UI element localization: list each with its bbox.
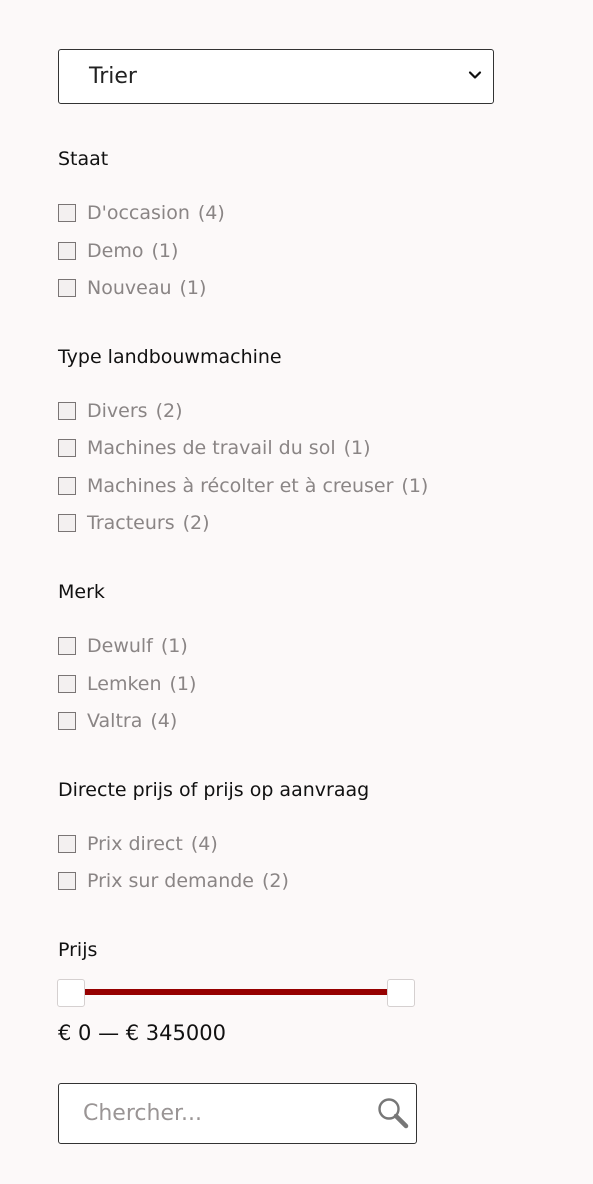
checkbox[interactable] [58,242,76,260]
option-count: (1) [160,635,188,657]
filter-option-dewulf[interactable]: Dewulf (1) [58,634,188,658]
checkbox[interactable] [58,402,76,420]
sort-select[interactable]: Trier [58,49,494,104]
option-count: (4) [197,202,225,224]
search-box [58,1083,417,1144]
filter-option-tracteurs[interactable]: Tracteurs (2) [58,511,210,535]
filter-title-merk: Merk [58,581,105,603]
filter-title-type-landbouwmachine: Type landbouwmachine [58,346,282,368]
option-count: (1) [343,437,371,459]
option-label: D'occasion [87,202,190,224]
checkbox[interactable] [58,204,76,222]
option-count: (2) [182,512,210,534]
option-count: (1) [401,475,429,497]
chevron-down-icon [468,71,482,79]
option-label: Tracteurs [87,512,175,534]
option-label: Divers [87,400,148,422]
option-label: Prix sur demande [87,870,254,892]
price-slider-track[interactable] [70,989,400,995]
option-count: (1) [169,673,197,695]
checkbox[interactable] [58,675,76,693]
option-label: Machines de travail du sol [87,437,336,459]
search-icon[interactable] [376,1096,410,1130]
filter-sidebar: Trier Staat D'occasion (4) Demo (1) Nouv… [0,0,593,1184]
checkbox[interactable] [58,279,76,297]
filter-title-prijs: Prijs [58,939,98,961]
filter-option-demo[interactable]: Demo (1) [58,239,178,263]
filter-option-doccasion[interactable]: D'occasion (4) [58,201,225,225]
option-count: (2) [155,400,183,422]
checkbox[interactable] [58,514,76,532]
checkbox[interactable] [58,712,76,730]
filter-option-prix-sur-demande[interactable]: Prix sur demande (2) [58,869,289,893]
filter-option-machines-travail-sol[interactable]: Machines de travail du sol (1) [58,436,371,460]
filter-title-staat: Staat [58,148,109,170]
filter-option-divers[interactable]: Divers (2) [58,399,182,423]
option-label: Lemken [87,673,162,695]
option-label: Dewulf [87,635,153,657]
price-range-label: € 0 — € 345000 [58,1021,226,1045]
filter-title-directe-prijs: Directe prijs of prijs op aanvraag [58,779,370,801]
option-label: Valtra [87,710,143,732]
option-label: Prix direct [87,833,183,855]
filter-option-prix-direct[interactable]: Prix direct (4) [58,832,218,856]
option-label: Demo [87,240,144,262]
price-slider-min-handle[interactable] [57,979,85,1007]
filter-option-machines-recolter[interactable]: Machines à récolter et à creuser (1) [58,474,428,498]
option-count: (1) [179,277,207,299]
filter-option-valtra[interactable]: Valtra (4) [58,709,177,733]
option-count: (1) [151,240,179,262]
price-slider-max-handle[interactable] [387,979,415,1007]
option-count: (4) [150,710,178,732]
checkbox[interactable] [58,835,76,853]
filter-option-lemken[interactable]: Lemken (1) [58,672,196,696]
option-count: (4) [190,833,218,855]
checkbox[interactable] [58,477,76,495]
filter-option-nouveau[interactable]: Nouveau (1) [58,276,206,300]
sort-select-value: Trier [89,64,137,89]
option-label: Machines à récolter et à creuser [87,475,394,497]
checkbox[interactable] [58,872,76,890]
checkbox[interactable] [58,637,76,655]
option-label: Nouveau [87,277,172,299]
checkbox[interactable] [58,439,76,457]
option-count: (2) [261,870,289,892]
search-input[interactable] [83,1084,353,1143]
